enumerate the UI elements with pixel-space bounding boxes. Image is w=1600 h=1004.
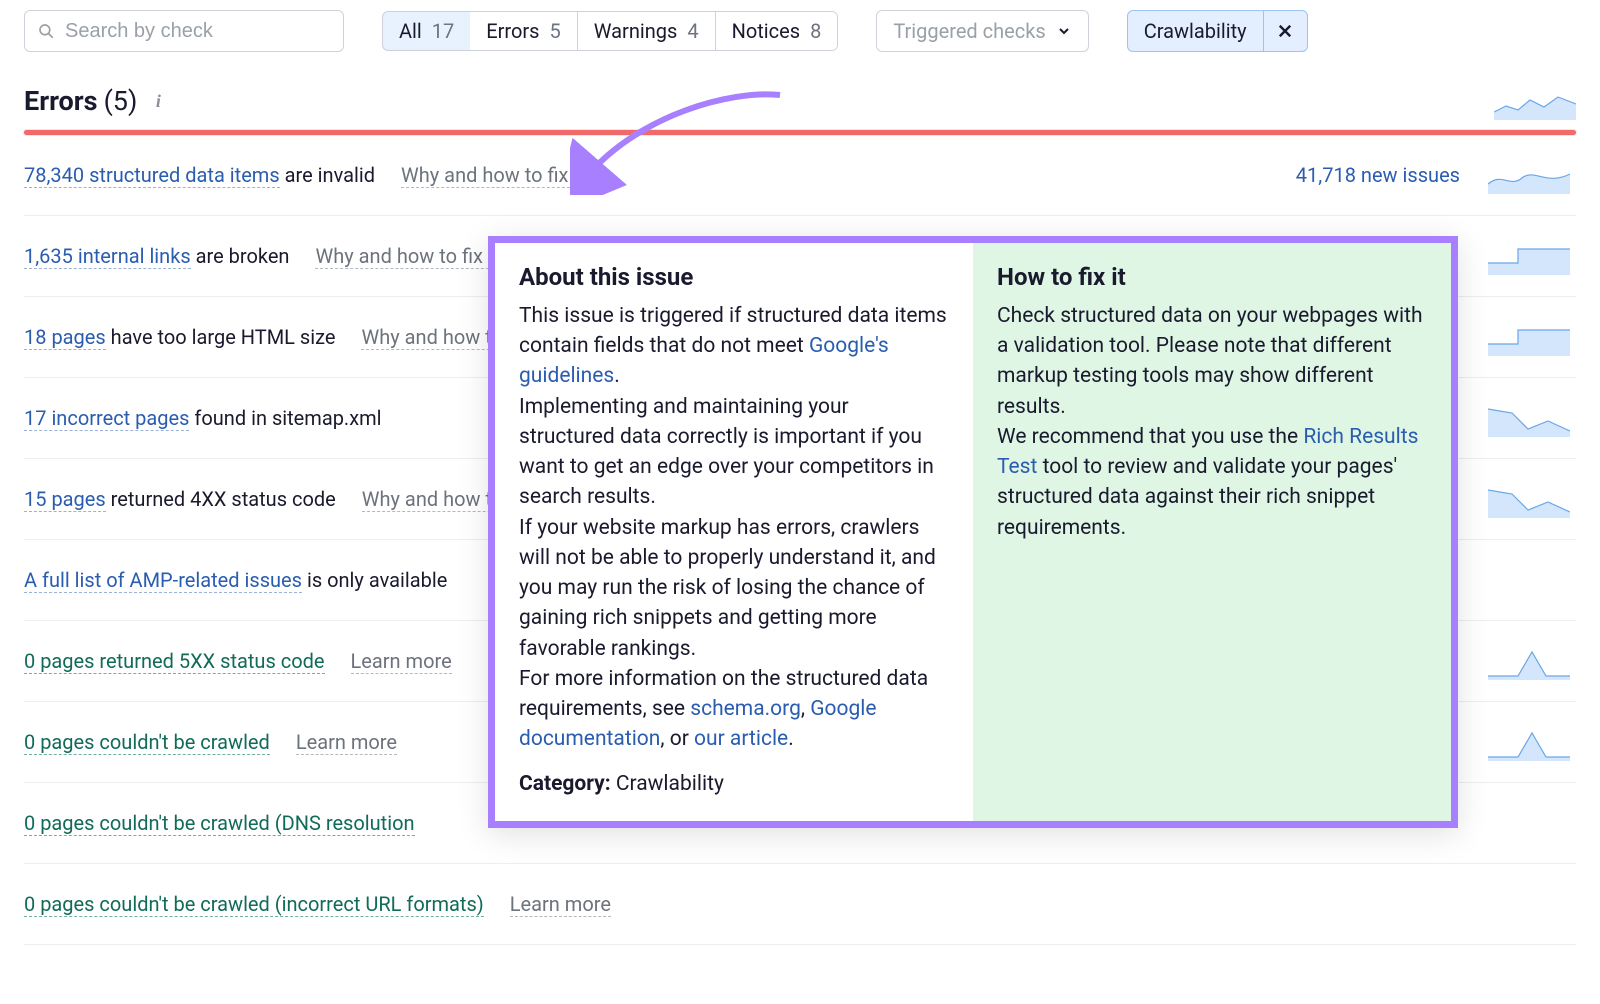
- about-title: About this issue: [519, 263, 949, 291]
- search-input[interactable]: [65, 20, 331, 43]
- tab-count: 4: [687, 19, 698, 43]
- learn-more-link[interactable]: Learn more: [510, 892, 611, 917]
- our-article-link[interactable]: our article: [694, 727, 788, 751]
- issue-rest: have too large HTML size: [106, 325, 336, 349]
- tab-all[interactable]: All 17: [382, 11, 471, 51]
- tab-label: Warnings: [594, 19, 678, 43]
- issue-link[interactable]: 0 pages returned 5XX status code: [24, 649, 325, 674]
- tab-errors[interactable]: Errors 5: [470, 12, 577, 50]
- fix-title: How to fix it: [997, 263, 1427, 291]
- issue-link[interactable]: 18 pages: [24, 325, 106, 350]
- tab-label: Errors: [486, 19, 539, 43]
- tab-count: 8: [810, 19, 821, 43]
- issue-row: 0 pages couldn't be crawled (incorrect U…: [24, 864, 1576, 945]
- issue-link[interactable]: 0 pages couldn't be crawled (incorrect U…: [24, 892, 484, 917]
- tab-warnings[interactable]: Warnings 4: [578, 12, 716, 50]
- issue-link[interactable]: 1,635 internal links: [24, 244, 191, 269]
- sparkline: [1488, 723, 1570, 761]
- tab-label: Notices: [732, 19, 800, 43]
- issue-link[interactable]: 0 pages couldn't be crawled (DNS resolut…: [24, 811, 415, 836]
- why-fix-link[interactable]: Why and how to fix it: [401, 163, 585, 188]
- sparkline: [1488, 318, 1570, 356]
- chevron-down-icon: [1056, 23, 1072, 39]
- fix-panel: How to fix it Check structured data on y…: [973, 243, 1451, 821]
- about-text: This issue is triggered if structured da…: [519, 301, 949, 755]
- issue-row: 78,340 structured data items are invalid…: [24, 135, 1576, 216]
- schema-org-link[interactable]: schema.org: [690, 697, 801, 721]
- sparkline: [1488, 642, 1570, 680]
- issue-link[interactable]: A full list of AMP-related issues: [24, 568, 302, 593]
- search-icon: [37, 22, 55, 40]
- issue-link[interactable]: 15 pages: [24, 487, 106, 512]
- sparkline: [1488, 156, 1570, 194]
- issue-rest: are broken: [191, 244, 290, 268]
- search-input-wrap[interactable]: [24, 10, 344, 52]
- sparkline: [1488, 399, 1570, 437]
- section-count: (5): [104, 85, 138, 117]
- why-fix-link[interactable]: Why and how to fix it: [315, 244, 499, 269]
- learn-more-link[interactable]: Learn more: [296, 730, 397, 755]
- close-icon: [1276, 22, 1294, 40]
- tab-count: 17: [432, 19, 454, 43]
- chip-remove-button[interactable]: [1263, 11, 1307, 51]
- issue-rest: returned 4XX status code: [106, 487, 336, 511]
- about-panel: About this issue This issue is triggered…: [495, 243, 973, 821]
- issue-detail-popover: About this issue This issue is triggered…: [488, 236, 1458, 828]
- issue-rest: are invalid: [280, 163, 375, 187]
- section-title: Errors (5) i: [24, 85, 169, 117]
- filter-tabs: All 17 Errors 5 Warnings 4 Notices 8: [382, 11, 838, 51]
- fix-text: Check structured data on your webpages w…: [997, 301, 1427, 543]
- sparkline: [1494, 82, 1576, 120]
- triggered-checks-dropdown[interactable]: Triggered checks: [876, 10, 1088, 52]
- sparkline: [1488, 237, 1570, 275]
- dropdown-label: Triggered checks: [893, 19, 1045, 43]
- filter-chip-crawlability: Crawlability: [1127, 10, 1308, 52]
- tab-count: 5: [550, 19, 561, 43]
- section-title-text: Errors: [24, 85, 98, 117]
- tab-notices[interactable]: Notices 8: [716, 12, 838, 50]
- category-line: Category: Crawlability: [519, 769, 949, 799]
- tab-label: All: [399, 19, 422, 43]
- issue-rest: is only available: [302, 568, 447, 592]
- learn-more-link[interactable]: Learn more: [351, 649, 452, 674]
- issue-link[interactable]: 78,340 structured data items: [24, 163, 280, 188]
- info-icon[interactable]: i: [147, 90, 169, 112]
- issue-link[interactable]: 17 incorrect pages: [24, 406, 189, 431]
- issue-rest: found in sitemap.xml: [189, 406, 381, 430]
- chip-label: Crawlability: [1128, 19, 1263, 43]
- new-issues-link[interactable]: 41,718 new issues: [1296, 163, 1460, 187]
- sparkline: [1488, 480, 1570, 518]
- toolbar: All 17 Errors 5 Warnings 4 Notices 8 Tri…: [24, 10, 1576, 52]
- section-header: Errors (5) i: [24, 82, 1576, 120]
- issue-link[interactable]: 0 pages couldn't be crawled: [24, 730, 270, 755]
